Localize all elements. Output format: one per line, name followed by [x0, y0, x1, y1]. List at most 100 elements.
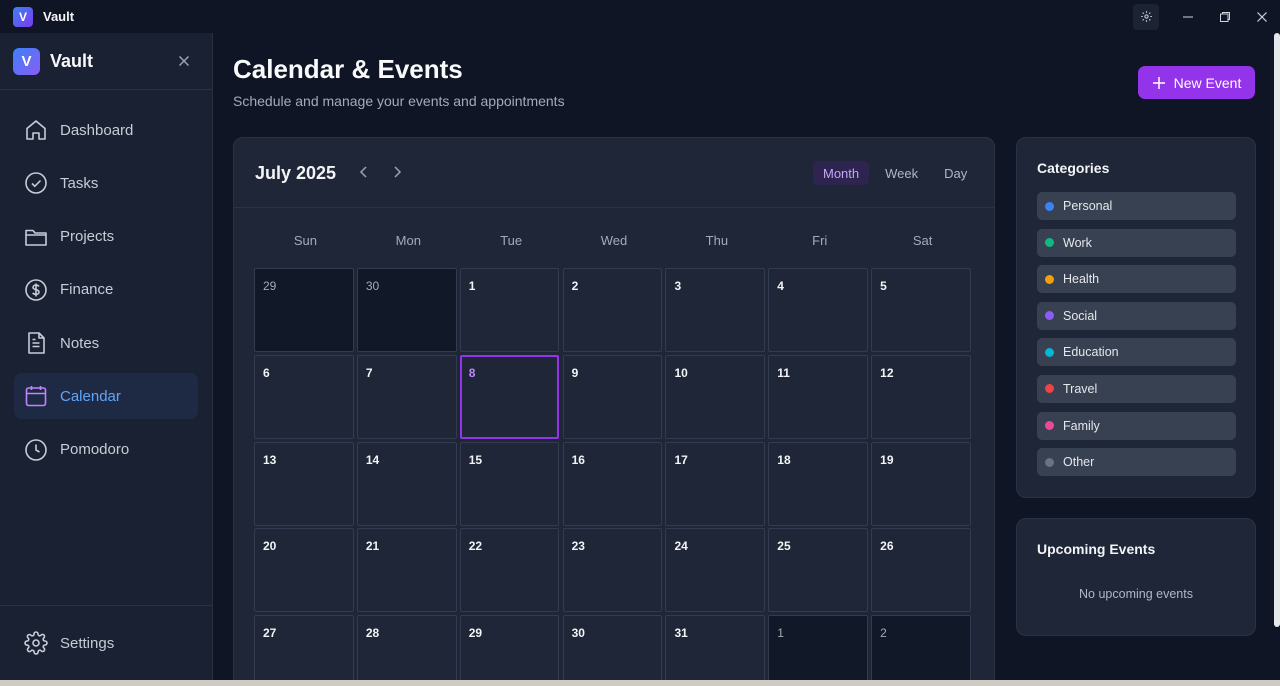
calendar-day-cell[interactable]: 1: [768, 615, 868, 686]
calendar-day-cell[interactable]: 28: [356, 615, 457, 686]
day-number: 18: [777, 452, 791, 467]
sidebar-item-calendar[interactable]: Calendar: [14, 373, 198, 420]
calendar-day-cell[interactable]: 30: [562, 615, 663, 686]
category-item-personal[interactable]: Personal: [1037, 192, 1236, 220]
category-item-education[interactable]: Education: [1037, 338, 1236, 367]
day-number: 15: [468, 452, 483, 467]
calendar-header: July 2025 Month Week Day: [234, 138, 994, 208]
calendar-day-cell[interactable]: 20: [254, 528, 354, 613]
sidebar-item-settings[interactable]: Settings: [14, 620, 198, 666]
day-number: 1: [468, 279, 476, 293]
calendar-day-cell[interactable]: 10: [665, 354, 766, 439]
close-sidebar-icon[interactable]: [176, 53, 192, 69]
calendar-day-cell[interactable]: 9: [562, 354, 663, 439]
calendar-day-cell[interactable]: 16: [562, 441, 663, 526]
calendar-day-cell[interactable]: 2: [871, 615, 971, 686]
chevron-right-icon[interactable]: [389, 164, 405, 180]
category-item-other[interactable]: Other: [1037, 448, 1236, 477]
weekday-label: Sun: [293, 233, 317, 248]
sidebar-item-pomodoro[interactable]: Pomodoro: [14, 427, 198, 473]
calendar-day-cell[interactable]: 18: [768, 441, 868, 526]
sidebar-item-label: Projects: [60, 228, 115, 246]
calendar-day-cell[interactable]: 6: [254, 354, 354, 439]
minimize-button[interactable]: [1169, 0, 1206, 33]
day-number: 28: [365, 626, 380, 641]
sidebar-item-label: Calendar: [60, 387, 121, 405]
maximize-button[interactable]: [1206, 0, 1243, 33]
calendar-day-cell-today[interactable]: 8: [459, 354, 560, 439]
calendar-day-cell[interactable]: 7: [356, 354, 457, 439]
calendar-day-cell[interactable]: 22: [459, 528, 560, 613]
calendar-week-row: 27 28 29 30 31 1 2: [254, 615, 974, 686]
calendar-day-cell[interactable]: 3: [665, 268, 766, 352]
tab-week[interactable]: Week: [875, 161, 928, 185]
sidebar: V Vault Dashboard Tasks Projects Finance…: [0, 33, 213, 686]
settings-gear-button[interactable]: [1133, 3, 1159, 30]
category-color-dot: [1045, 274, 1054, 284]
calendar-day-cell[interactable]: 4: [768, 268, 868, 352]
categories-title: Categories: [1037, 160, 1110, 176]
calendar-day-cell[interactable]: 19: [871, 441, 971, 526]
plus-icon: [1152, 76, 1165, 89]
calendar-day-cell[interactable]: 24: [665, 528, 766, 613]
calendar-day-cell[interactable]: 13: [254, 441, 354, 526]
calendar-day-cell[interactable]: 26: [871, 528, 971, 613]
weekday-label: Fri: [812, 233, 828, 248]
category-item-family[interactable]: Family: [1037, 411, 1236, 440]
sidebar-item-dashboard[interactable]: Dashboard: [14, 107, 198, 153]
app-logo: V: [13, 6, 33, 27]
tab-month[interactable]: Month: [813, 161, 870, 185]
dollar-circle-icon: [24, 278, 48, 302]
category-item-social[interactable]: Social: [1037, 301, 1236, 330]
title-bar: V Vault: [0, 0, 1280, 33]
day-number: 22: [468, 539, 483, 554]
calendar-icon: [24, 384, 48, 408]
sidebar-item-projects[interactable]: Projects: [14, 214, 198, 260]
calendar-day-cell[interactable]: 2: [562, 268, 663, 352]
day-number: 11: [777, 365, 790, 380]
category-label: Family: [1063, 418, 1100, 433]
calendar-day-cell[interactable]: 12: [871, 354, 971, 439]
main-content: Calendar & Events Schedule and manage yo…: [214, 33, 1274, 686]
sidebar-item-finance[interactable]: Finance: [14, 267, 198, 313]
calendar-day-cell[interactable]: 5: [871, 268, 971, 352]
calendar-day-cell[interactable]: 27: [254, 615, 354, 686]
calendar-day-cell[interactable]: 23: [562, 528, 663, 613]
vertical-scrollbar[interactable]: [1274, 33, 1280, 627]
calendar-day-cell[interactable]: 29: [254, 268, 354, 352]
view-tabs: Month Week Day: [813, 161, 977, 185]
close-button[interactable]: [1243, 0, 1280, 33]
window-controls: [1133, 0, 1280, 33]
sidebar-footer: Settings: [0, 605, 212, 686]
day-number: 31: [674, 626, 688, 641]
day-number: 6: [263, 365, 270, 380]
calendar-day-cell[interactable]: 29: [459, 615, 560, 686]
category-item-travel[interactable]: Travel: [1037, 374, 1236, 403]
sidebar-item-label: Pomodoro: [60, 441, 130, 459]
category-label: Other: [1063, 455, 1095, 470]
day-number: 27: [263, 626, 277, 641]
calendar-day-cell[interactable]: 30: [356, 268, 457, 352]
category-label: Work: [1063, 235, 1092, 250]
calendar-day-cell[interactable]: 14: [356, 441, 457, 526]
calendar-day-cell[interactable]: 15: [459, 441, 560, 526]
category-item-health[interactable]: Health: [1037, 265, 1236, 294]
minimize-icon: [1182, 16, 1193, 17]
day-number: 19: [880, 452, 894, 467]
category-color-dot: [1045, 347, 1054, 357]
calendar-day-cell[interactable]: 31: [665, 615, 766, 686]
sidebar-item-tasks[interactable]: Tasks: [14, 160, 198, 206]
chevron-left-icon[interactable]: [356, 164, 372, 180]
new-event-button[interactable]: New Event: [1138, 66, 1255, 99]
calendar-day-cell[interactable]: 25: [768, 528, 868, 613]
calendar-day-cell[interactable]: 11: [768, 354, 868, 439]
tab-day[interactable]: Day: [934, 161, 977, 185]
category-item-work[interactable]: Work: [1037, 228, 1236, 257]
sidebar-item-notes[interactable]: Notes: [14, 320, 198, 366]
day-number: 25: [777, 539, 791, 554]
calendar-day-cell[interactable]: 21: [356, 528, 457, 613]
page-subtitle: Schedule and manage your events and appo…: [233, 93, 565, 109]
calendar-day-cell[interactable]: 1: [459, 268, 560, 352]
calendar-day-cell[interactable]: 17: [665, 441, 766, 526]
category-color-dot: [1045, 457, 1054, 467]
